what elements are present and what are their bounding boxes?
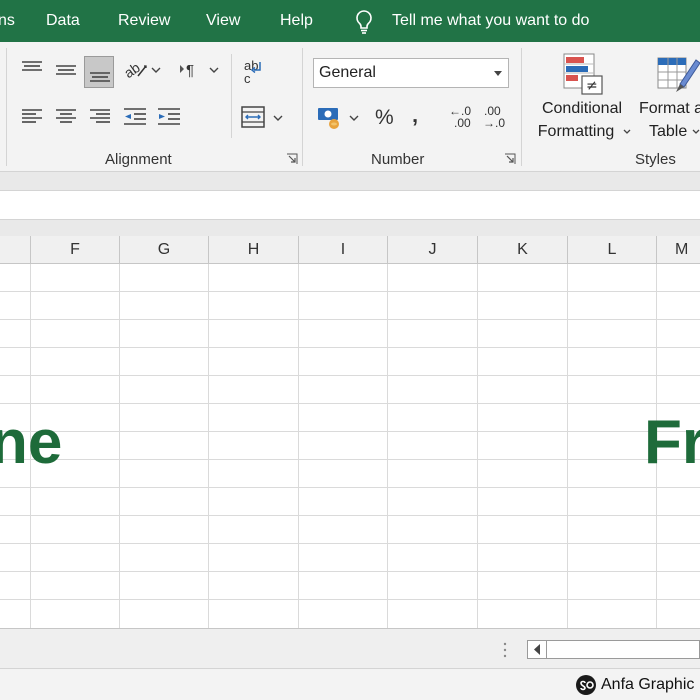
formula-bar[interactable]: [0, 190, 700, 220]
conditional-formatting-button[interactable]: ≠ Conditional Formatting: [530, 50, 634, 146]
column-header-i[interactable]: I: [299, 236, 388, 264]
column-headers: F G H I J K L M: [0, 236, 700, 264]
alignment-dialog-launcher-icon[interactable]: [286, 153, 298, 165]
gridline: [0, 375, 700, 376]
number-dialog-launcher-icon[interactable]: [504, 153, 516, 165]
gridline: [0, 571, 700, 572]
caret-left-icon: [534, 644, 540, 655]
splitter-grip-icon[interactable]: [503, 642, 507, 658]
worksheet-grid[interactable]: ne Fr: [0, 264, 700, 628]
svg-text:≠: ≠: [586, 78, 598, 94]
overlay-text-left: ne: [0, 408, 63, 477]
menu-item-review[interactable]: Review: [118, 11, 170, 31]
gridline: [0, 487, 700, 488]
horizontal-scrollbar[interactable]: [527, 640, 700, 659]
lightbulb-icon[interactable]: [353, 9, 375, 35]
gridline: [0, 459, 700, 460]
paragraph-direction-icon[interactable]: ¶: [178, 58, 220, 82]
middle-align-icon[interactable]: [54, 58, 78, 80]
align-center-icon[interactable]: [54, 106, 78, 128]
increase-decimal-bottom: .00: [454, 116, 471, 130]
gridline: [0, 403, 700, 404]
align-right-icon[interactable]: [88, 106, 112, 128]
bottom-align-button[interactable]: [84, 56, 114, 88]
chevron-down-icon: [494, 71, 502, 76]
group-separator: [302, 48, 303, 166]
group-separator: [6, 48, 7, 166]
decrease-decimal-bottom: →.0: [483, 116, 506, 130]
status-bar: Anfa Graphic: [0, 668, 700, 700]
column-header-l[interactable]: L: [568, 236, 657, 264]
menu-bar: ns Data Review View Help Tell me what yo…: [0, 0, 700, 42]
percent-style-button[interactable]: %: [375, 106, 394, 130]
decrease-decimal-button[interactable]: .00 →.0: [481, 105, 507, 132]
column-header-f[interactable]: F: [31, 236, 120, 264]
column-header-m[interactable]: M: [657, 236, 700, 264]
menu-item-formulas[interactable]: ns: [0, 11, 15, 31]
alignment-group-label: Alignment: [105, 151, 172, 168]
subgroup-separator: [231, 54, 232, 138]
column-header-g[interactable]: G: [120, 236, 209, 264]
brand-watermark: Anfa Graphic: [575, 673, 694, 697]
format-as-table-label-2: Table: [649, 123, 688, 140]
svg-text:¶: ¶: [186, 62, 194, 79]
column-header-h[interactable]: H: [209, 236, 299, 264]
format-as-table-icon: [657, 57, 700, 92]
column-header-e[interactable]: [0, 236, 31, 264]
tell-me-search[interactable]: Tell me what you want to do: [392, 11, 589, 31]
menu-item-data[interactable]: Data: [46, 11, 80, 31]
column-header-j[interactable]: J: [388, 236, 478, 264]
styles-group-label: Styles: [635, 151, 676, 168]
svg-text:ab: ab: [122, 59, 143, 81]
decrease-indent-icon[interactable]: [122, 106, 148, 128]
format-as-table-button[interactable]: Format a Table: [636, 50, 700, 146]
menu-item-view[interactable]: View: [206, 11, 240, 31]
align-left-icon[interactable]: [20, 106, 44, 128]
comma-style-button[interactable]: ‚: [412, 102, 418, 128]
formula-bar-gap: [0, 220, 700, 236]
number-format-value: General: [319, 64, 376, 81]
group-separator: [521, 48, 522, 166]
menu-item-help[interactable]: Help: [280, 11, 313, 31]
orientation-icon[interactable]: ab: [122, 58, 164, 82]
overlay-text-right: Fr: [644, 408, 700, 477]
bottom-align-icon: [90, 72, 110, 82]
increase-indent-icon[interactable]: [156, 106, 182, 128]
conditional-formatting-label-2: Formatting: [537, 123, 615, 140]
conditional-formatting-label-1: Conditional: [541, 100, 623, 117]
chevron-down-icon: [692, 129, 700, 134]
gridline: [0, 599, 700, 600]
gridline: [0, 431, 700, 432]
ribbon-collapse-strip: [0, 172, 700, 190]
chevron-down-icon: [623, 129, 631, 134]
brand-logo-icon: [576, 675, 596, 695]
column-header-k[interactable]: K: [478, 236, 568, 264]
number-format-dropdown[interactable]: General: [313, 58, 509, 88]
svg-text:c: c: [244, 71, 251, 86]
format-as-table-label-1: Format a: [639, 100, 700, 117]
scroll-left-button[interactable]: [528, 641, 547, 658]
wrap-text-icon[interactable]: ab c: [242, 58, 266, 86]
brand-name: Anfa Graphic: [601, 676, 695, 693]
gridline: [0, 291, 700, 292]
gridline: [0, 347, 700, 348]
top-align-icon[interactable]: [20, 58, 44, 80]
increase-decimal-button[interactable]: ←.0 .00: [447, 105, 473, 132]
conditional-formatting-icon: ≠: [563, 53, 603, 95]
ribbon: ab ¶ ab c Alignment General % ‚ ←.0 .00 …: [0, 42, 700, 172]
number-group-label: Number: [371, 151, 425, 168]
accounting-format-icon[interactable]: [316, 104, 362, 130]
sheet-tab-bar: [0, 628, 700, 668]
gridline: [0, 319, 700, 320]
merge-center-icon[interactable]: [240, 104, 286, 130]
gridline: [0, 543, 700, 544]
gridline: [0, 515, 700, 516]
